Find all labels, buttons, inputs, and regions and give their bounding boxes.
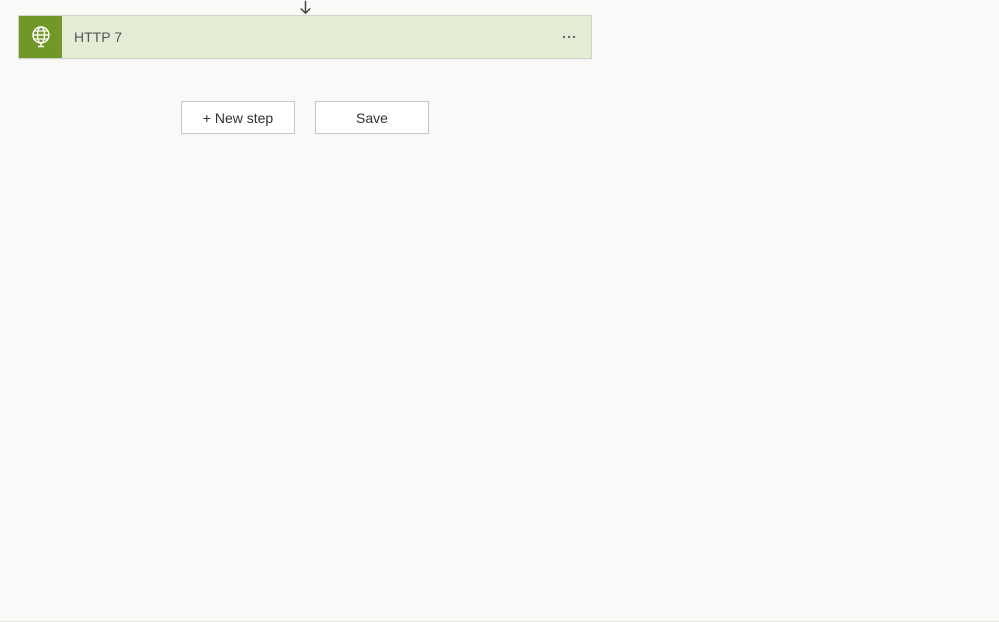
arrow-down-icon[interactable] — [298, 0, 313, 16]
action-card-body: HTTP 7 — [62, 16, 591, 58]
save-button[interactable]: Save — [315, 101, 429, 134]
action-title: HTTP 7 — [74, 29, 122, 45]
flow-canvas: HTTP 7 + New step Save — [0, 0, 999, 622]
more-options-button[interactable] — [557, 25, 581, 49]
new-step-button[interactable]: + New step — [181, 101, 295, 134]
ellipsis-icon — [561, 29, 577, 45]
globe-icon — [19, 16, 62, 58]
action-card-http[interactable]: HTTP 7 — [18, 15, 592, 59]
designer-footer-buttons: + New step Save — [181, 101, 429, 134]
